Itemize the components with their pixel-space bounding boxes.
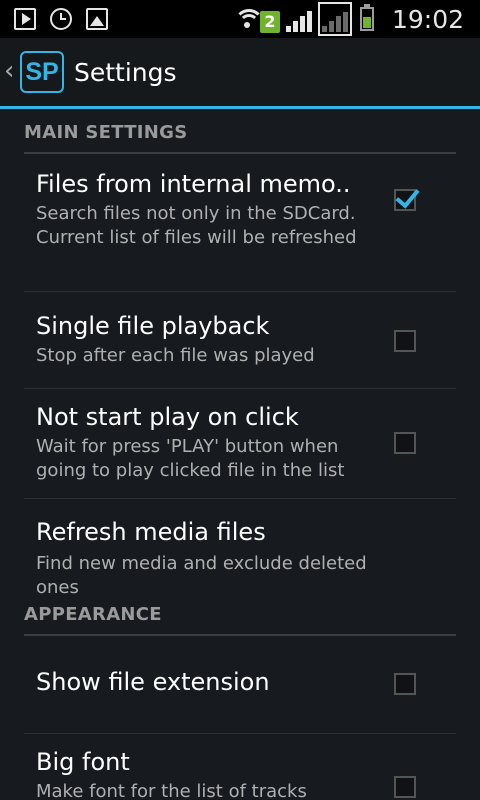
settings-list[interactable]: MAIN SETTINGS Files from internal memo..…: [0, 109, 480, 800]
signal-2-icon: [317, 2, 352, 36]
pref-summary: Stop after each file was played: [36, 345, 315, 366]
signal-icon: [285, 6, 312, 32]
pref-title: Big font: [36, 748, 130, 776]
pref-title: Single file playback: [36, 312, 270, 340]
page-title: Settings: [74, 58, 177, 87]
battery-icon: [359, 4, 374, 31]
clock: 19:02: [391, 4, 464, 34]
pref-summary: Wait for press 'PLAY' button when going …: [36, 436, 345, 481]
checkbox-not-start-play-on-click[interactable]: [394, 432, 416, 454]
image-icon: [86, 8, 108, 30]
pref-single-file-playback[interactable]: Single file playback Stop after each fil…: [24, 292, 456, 389]
checkbox-single-file-playback[interactable]: [394, 330, 416, 352]
play-icon: [14, 8, 36, 30]
pref-show-file-extension[interactable]: Show file extension: [24, 636, 456, 734]
pref-files-from-internal-memory[interactable]: Files from internal memo.. Search files …: [24, 154, 456, 292]
pref-big-font[interactable]: Big font Make font for the list of track…: [24, 734, 456, 800]
pref-refresh-media-files[interactable]: Refresh media files Find new media and e…: [24, 499, 456, 598]
checkbox-show-file-extension[interactable]: [394, 673, 416, 695]
pref-title: Files from internal memo..: [36, 170, 351, 198]
status-bar: 2 19:02: [0, 0, 480, 38]
checkbox-files-from-internal-memory[interactable]: [394, 189, 416, 211]
checkbox-big-font[interactable]: [394, 776, 416, 798]
pref-title: Show file extension: [36, 668, 270, 696]
pref-not-start-play-on-click[interactable]: Not start play on click Wait for press '…: [24, 389, 456, 499]
pref-summary: Find new media and exclude deleted ones: [36, 553, 367, 598]
app-logo: SP: [20, 51, 64, 93]
action-bar: ‹ SP Settings: [0, 38, 480, 109]
alarm-icon: [50, 8, 72, 30]
section-header-main-settings: MAIN SETTINGS: [24, 109, 456, 154]
pref-title: Refresh media files: [36, 518, 266, 546]
chevron-left-icon: ‹: [4, 56, 15, 86]
pref-summary: Make font for the list of tracks: [36, 781, 307, 800]
pref-summary: Search files not only in the SDCard. Cur…: [36, 203, 357, 248]
wifi-icon: [233, 5, 264, 33]
pref-title: Not start play on click: [36, 403, 299, 431]
